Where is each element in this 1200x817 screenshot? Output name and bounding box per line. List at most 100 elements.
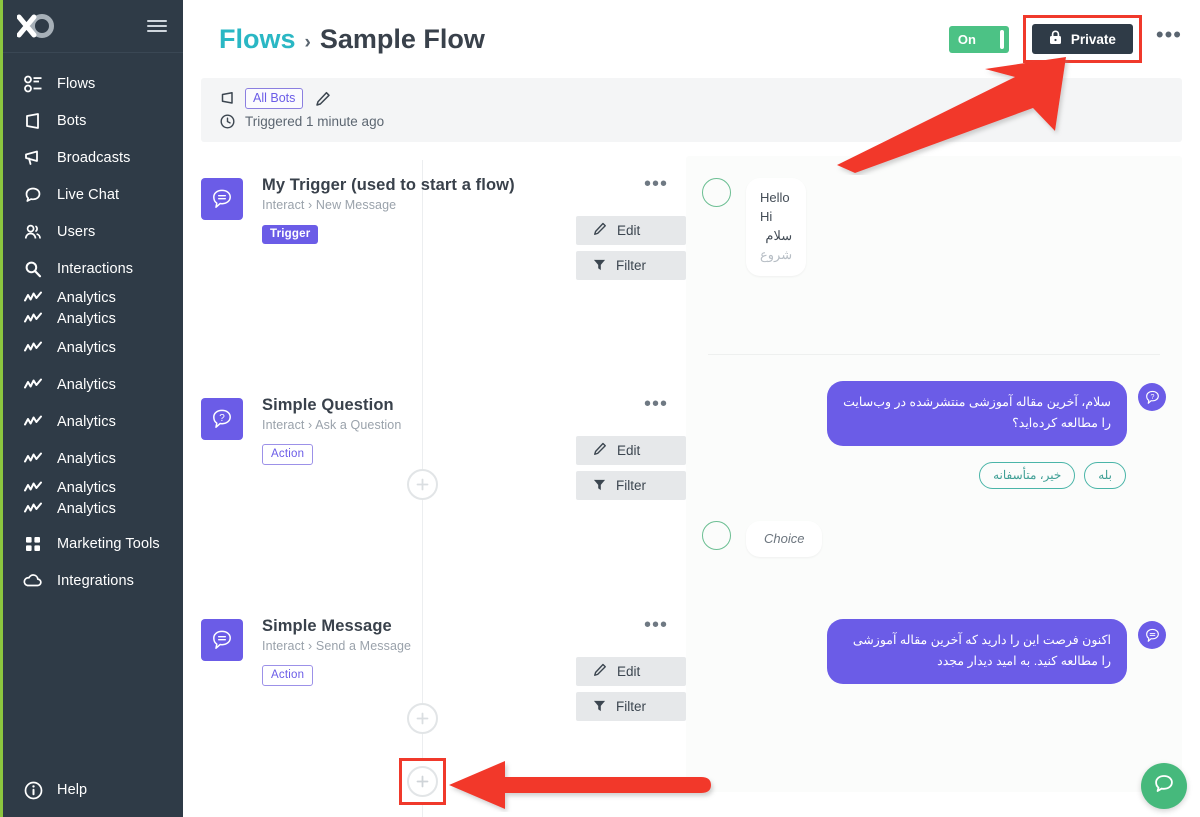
sidebar-item-analytics[interactable]: Analytics <box>3 440 183 477</box>
sidebar-item-interactions[interactable]: Interactions <box>3 250 183 287</box>
message-line: شروع <box>760 247 793 262</box>
flow-node[interactable]: My Trigger (used to start a flow) Intera… <box>183 174 686 280</box>
filter-label: Filter <box>616 258 646 273</box>
main-content: Flows › Sample Flow On Private ••• All B… <box>183 0 1200 817</box>
svg-text:?: ? <box>219 413 225 424</box>
add-step-button[interactable] <box>407 469 438 500</box>
flow-node[interactable]: Simple Message Interact › Send a Message… <box>183 615 686 721</box>
add-step-button[interactable] <box>407 703 438 734</box>
sidebar-item-analytics[interactable]: Analytics <box>3 329 183 366</box>
quick-reply-button[interactable]: خیر، متأسفانه <box>979 462 1076 489</box>
flow-node-body: Simple Message Interact › Send a Message… <box>243 615 686 721</box>
outgoing-bubble: سلام، آخرین مقاله آموزشی منتشرشده در وب‌… <box>827 381 1127 446</box>
analytics-icon <box>23 288 43 308</box>
flow-steps-column: My Trigger (used to start a flow) Intera… <box>183 142 686 817</box>
filter-button[interactable]: Filter <box>576 471 686 500</box>
flow-node-actions: Edit Filter <box>576 216 686 280</box>
flow-info-bar: All Bots Triggered 1 minute ago <box>201 78 1182 142</box>
pencil-icon[interactable] <box>315 91 331 107</box>
outgoing-message-row: سلام، آخرین مقاله آموزشی منتشرشده در وب‌… <box>702 381 1166 446</box>
bot-scope-row: All Bots <box>219 87 1164 110</box>
message-line: سلام <box>765 228 793 243</box>
analytics-icon <box>23 478 43 498</box>
page-title: Sample Flow <box>319 23 485 54</box>
sidebar-item-analytics[interactable]: Analytics <box>3 477 183 498</box>
edit-button[interactable]: Edit <box>576 216 686 245</box>
sidebar-item-label: Analytics <box>57 310 116 327</box>
marketing-tools-icon <box>23 534 43 554</box>
flow-enabled-toggle[interactable]: On <box>948 25 1009 53</box>
flow-node[interactable]: ? Simple Question Interact › Ask a Quest… <box>183 394 686 500</box>
integrations-icon <box>23 571 43 591</box>
analytics-icon <box>23 499 43 519</box>
sidebar-item-label: Flows <box>57 75 96 92</box>
sidebar-item-analytics[interactable]: Analytics <box>3 287 183 308</box>
users-icon <box>23 222 43 242</box>
message-line: Hello <box>760 190 790 205</box>
filter-button[interactable]: Filter <box>576 692 686 721</box>
chat-preview-panel: Hello Hi سلام شروع سلام، آخرین مقاله آمو… <box>686 156 1182 792</box>
triggered-timestamp: Triggered 1 minute ago <box>245 114 385 129</box>
svg-text:?: ? <box>1150 392 1154 400</box>
analytics-icon <box>23 338 43 358</box>
broadcasts-icon <box>23 148 43 168</box>
sidebar-item-label: Bots <box>57 112 87 129</box>
flow-node-body: My Trigger (used to start a flow) Intera… <box>243 174 686 280</box>
flow-node-more-options[interactable]: ••• <box>644 174 668 194</box>
sidebar-item-flows[interactable]: Flows <box>3 65 183 102</box>
outgoing-bubble: اکنون فرصت این را دارید که آخرین مقاله آ… <box>827 619 1127 684</box>
analytics-icon <box>23 412 43 432</box>
edit-button[interactable]: Edit <box>576 436 686 465</box>
chat-widget-launcher[interactable] <box>1141 763 1187 809</box>
sidebar-item-label: Analytics <box>57 289 116 306</box>
flow-node-more-options[interactable]: ••• <box>644 615 668 635</box>
triggered-row: Triggered 1 minute ago <box>219 110 1164 133</box>
quick-replies: خیر، متأسفانه بله <box>702 462 1166 489</box>
sidebar-item-label: Interactions <box>57 260 134 277</box>
add-step-button[interactable] <box>407 766 438 797</box>
sidebar-item-bots[interactable]: Bots <box>3 102 183 139</box>
header-more-options[interactable]: ••• <box>1156 24 1182 48</box>
message-line: Hi <box>760 209 773 224</box>
privacy-toggle-button[interactable]: Private <box>1031 24 1133 54</box>
breadcrumb-link-flows[interactable]: Flows <box>219 24 296 55</box>
chat-bubble-icon <box>1152 772 1176 801</box>
sidebar-item-analytics[interactable]: Analytics <box>3 403 183 440</box>
sidebar-item-marketing-tools[interactable]: Marketing Tools <box>3 525 183 562</box>
breadcrumb-separator: › <box>304 31 311 53</box>
sidebar-item-help[interactable]: Help <box>3 773 183 807</box>
sidebar-item-users[interactable]: Users <box>3 213 183 250</box>
sidebar-item-label: Analytics <box>57 500 116 517</box>
filter-button[interactable]: Filter <box>576 251 686 280</box>
sidebar-item-analytics[interactable]: Analytics <box>3 366 183 403</box>
brand-logo[interactable] <box>17 14 55 38</box>
menu-toggle-icon[interactable] <box>147 20 167 32</box>
sidebar-nav: Flows Bots Broadcasts Live Chat Users In… <box>3 53 183 599</box>
flow-node-title: Simple Message <box>262 617 392 635</box>
flow-node-actions: Edit Filter <box>576 436 686 500</box>
filter-icon <box>593 699 606 715</box>
sidebar: Flows Bots Broadcasts Live Chat Users In… <box>0 0 183 817</box>
sidebar-item-integrations[interactable]: Integrations <box>3 562 183 599</box>
sidebar-item-live-chat[interactable]: Live Chat <box>3 176 183 213</box>
sidebar-item-broadcasts[interactable]: Broadcasts <box>3 139 183 176</box>
avatar <box>702 521 731 550</box>
bot-scope-badge[interactable]: All Bots <box>245 88 304 109</box>
sidebar-item-analytics[interactable]: Analytics <box>3 308 183 329</box>
incoming-bubble: Choice <box>746 521 823 557</box>
sidebar-item-label: Integrations <box>57 572 134 589</box>
flow-editor-body: My Trigger (used to start a flow) Intera… <box>183 142 1200 817</box>
message-bubble-icon <box>1138 621 1166 649</box>
edit-button[interactable]: Edit <box>576 657 686 686</box>
quick-reply-button[interactable]: بله <box>1084 462 1126 489</box>
sidebar-item-analytics[interactable]: Analytics <box>3 498 183 519</box>
filter-icon <box>593 478 606 494</box>
sidebar-item-label: Broadcasts <box>57 149 131 166</box>
flow-node-more-options[interactable]: ••• <box>644 394 668 414</box>
sidebar-item-label: Analytics <box>57 450 116 467</box>
clock-icon <box>219 113 236 130</box>
avatar <box>702 178 731 207</box>
sidebar-item-label: Analytics <box>57 413 116 430</box>
filter-label: Filter <box>616 699 646 714</box>
sidebar-item-label: Analytics <box>57 339 116 356</box>
